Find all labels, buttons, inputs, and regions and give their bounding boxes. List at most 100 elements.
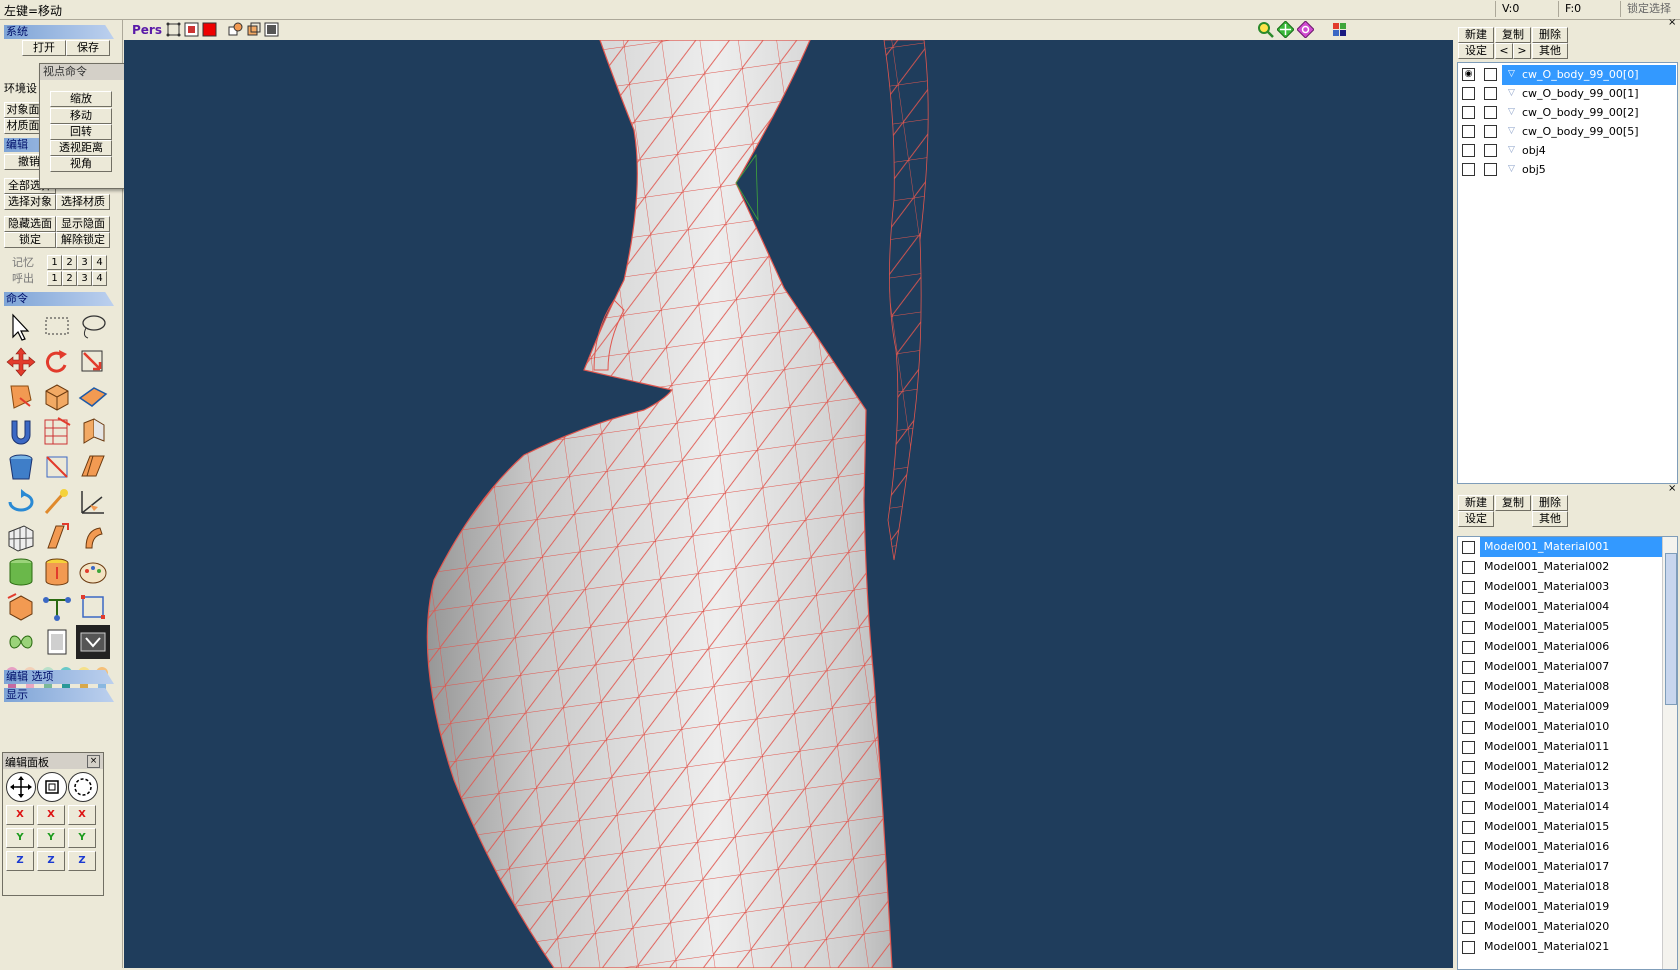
material-visibility-checkbox[interactable] bbox=[1462, 761, 1475, 774]
edge-tool[interactable] bbox=[40, 450, 74, 484]
move-y-button[interactable]: Y bbox=[6, 828, 34, 848]
material-row[interactable]: Model001_Material011 bbox=[1458, 737, 1663, 757]
object-prev-button[interactable]: < bbox=[1495, 43, 1513, 59]
3d-viewport[interactable] bbox=[124, 40, 1453, 968]
memory-slot-1[interactable]: 1 bbox=[47, 255, 62, 270]
pan-view-button[interactable] bbox=[1276, 20, 1295, 39]
close-icon[interactable]: × bbox=[1668, 483, 1676, 494]
material-visibility-checkbox[interactable] bbox=[1462, 581, 1475, 594]
material-name[interactable]: Model001_Material017 bbox=[1480, 857, 1662, 877]
expand-triangle-icon[interactable]: ▽ bbox=[1508, 88, 1515, 98]
lattice-tool[interactable] bbox=[4, 520, 38, 554]
select-tool[interactable] bbox=[4, 310, 38, 344]
visibility-checkbox[interactable] bbox=[1462, 87, 1475, 100]
expand-triangle-icon[interactable]: ▽ bbox=[1508, 69, 1515, 79]
plugin-tool[interactable] bbox=[76, 625, 110, 659]
memory-slot-2[interactable]: 2 bbox=[62, 255, 77, 270]
material-row[interactable]: Model001_Material018 bbox=[1458, 877, 1663, 897]
delete-tool[interactable] bbox=[4, 450, 38, 484]
material-row[interactable]: Model001_Material014 bbox=[1458, 797, 1663, 817]
lock-checkbox[interactable] bbox=[1484, 144, 1497, 157]
visibility-checkbox[interactable] bbox=[1462, 144, 1475, 157]
scale-tool[interactable] bbox=[76, 345, 110, 379]
rect-select-tool[interactable] bbox=[40, 310, 74, 344]
rotate-loop-tool[interactable] bbox=[4, 485, 38, 519]
material-row[interactable]: Model001_Material008 bbox=[1458, 677, 1663, 697]
material-row[interactable]: Model001_Material004 bbox=[1458, 597, 1663, 617]
object-row[interactable]: cw_O_body_99_00[2] ▽ bbox=[1458, 103, 1677, 123]
expand-triangle-icon[interactable]: ▽ bbox=[1508, 145, 1515, 155]
expand-triangle-icon[interactable]: ▽ bbox=[1508, 164, 1515, 174]
move-tool[interactable] bbox=[4, 345, 38, 379]
eye-icon[interactable]: ◉ bbox=[1462, 68, 1475, 81]
material-row[interactable]: Model001_Material007 bbox=[1458, 657, 1663, 677]
material-visibility-checkbox[interactable] bbox=[1462, 701, 1475, 714]
material-name[interactable]: Model001_Material004 bbox=[1480, 597, 1662, 617]
lock-checkbox[interactable] bbox=[1484, 125, 1497, 138]
field-of-view-button[interactable]: 视角 bbox=[50, 156, 112, 172]
material-visibility-checkbox[interactable] bbox=[1462, 661, 1475, 674]
bone-tool[interactable] bbox=[4, 590, 38, 624]
material-name[interactable]: Model001_Material014 bbox=[1480, 797, 1662, 817]
vertex-edit-tool[interactable] bbox=[76, 590, 110, 624]
object-settings-button[interactable]: 设定 bbox=[1458, 43, 1494, 59]
select-material-button[interactable]: 选择材质 bbox=[56, 194, 110, 210]
lock-checkbox[interactable] bbox=[1484, 163, 1497, 176]
material-visibility-checkbox[interactable] bbox=[1462, 781, 1475, 794]
twist-tool[interactable] bbox=[76, 520, 110, 554]
scrollbar-thumb[interactable] bbox=[1665, 553, 1677, 705]
bend-tool[interactable] bbox=[40, 520, 74, 554]
hide-selected-button[interactable]: 隐藏选面 bbox=[4, 216, 56, 232]
object-next-button[interactable]: > bbox=[1513, 43, 1531, 59]
move-mode-button[interactable] bbox=[6, 772, 36, 802]
scale-y-button[interactable]: Y bbox=[37, 828, 65, 848]
material-row[interactable]: Model001_Material019 bbox=[1458, 897, 1663, 917]
material-visibility-checkbox[interactable] bbox=[1462, 721, 1475, 734]
uv-tool[interactable] bbox=[40, 555, 74, 589]
material-name[interactable]: Model001_Material006 bbox=[1480, 637, 1662, 657]
rotate-x-button[interactable]: X bbox=[68, 805, 96, 825]
orbit-button[interactable]: 回转 bbox=[50, 124, 112, 140]
object-name[interactable]: cw_O_body_99_00[1] bbox=[1502, 84, 1676, 104]
open-button[interactable]: 打开 bbox=[22, 40, 66, 56]
material-copy-button[interactable]: 复制 bbox=[1495, 495, 1531, 511]
recall-slot-3[interactable]: 3 bbox=[77, 271, 92, 286]
shaded-toggle-button[interactable] bbox=[202, 22, 217, 37]
material-visibility-checkbox[interactable] bbox=[1462, 641, 1475, 654]
object-other-button[interactable]: 其他 bbox=[1532, 43, 1568, 59]
material-visibility-checkbox[interactable] bbox=[1462, 941, 1475, 954]
material-name[interactable]: Model001_Material021 bbox=[1480, 937, 1662, 957]
material-name[interactable]: Model001_Material007 bbox=[1480, 657, 1662, 677]
env-settings-button[interactable]: 环境设 bbox=[4, 80, 37, 96]
primitive-tool[interactable] bbox=[40, 380, 74, 414]
bevel-tool[interactable] bbox=[76, 450, 110, 484]
rotate-view-button[interactable] bbox=[1296, 20, 1315, 39]
material-row[interactable]: Model001_Material002 bbox=[1458, 557, 1663, 577]
material-name[interactable]: Model001_Material008 bbox=[1480, 677, 1662, 697]
material-name[interactable]: Model001_Material005 bbox=[1480, 617, 1662, 637]
material-name[interactable]: Model001_Material009 bbox=[1480, 697, 1662, 717]
recall-slot-1[interactable]: 1 bbox=[47, 271, 62, 286]
quad-view-button[interactable] bbox=[1332, 22, 1347, 37]
material-row[interactable]: Model001_Material013 bbox=[1458, 777, 1663, 797]
object-row[interactable]: cw_O_body_99_00[0] ◉ ▽ bbox=[1458, 65, 1677, 85]
wire-toggle-button[interactable] bbox=[166, 22, 181, 37]
material-visibility-checkbox[interactable] bbox=[1462, 741, 1475, 754]
view-mode-label[interactable]: Pers bbox=[132, 23, 162, 37]
object-row[interactable]: obj4 ▽ bbox=[1458, 141, 1677, 161]
object-row[interactable]: obj5 ▽ bbox=[1458, 160, 1677, 180]
material-row[interactable]: Model001_Material012 bbox=[1458, 757, 1663, 777]
object-name[interactable]: cw_O_body_99_00[0] bbox=[1502, 65, 1676, 85]
recall-slot-4[interactable]: 4 bbox=[92, 271, 107, 286]
view-box-button[interactable] bbox=[246, 22, 261, 37]
material-visibility-checkbox[interactable] bbox=[1462, 901, 1475, 914]
angle-tool[interactable] bbox=[76, 485, 110, 519]
view-screen-button[interactable] bbox=[264, 22, 279, 37]
object-panel-button[interactable]: 对象面 bbox=[4, 102, 42, 118]
lock-checkbox[interactable] bbox=[1484, 87, 1497, 100]
material-delete-button[interactable]: 删除 bbox=[1532, 495, 1568, 511]
zoom-button[interactable]: 缩放 bbox=[50, 91, 112, 107]
skin-tool[interactable] bbox=[40, 590, 74, 624]
object-row[interactable]: cw_O_body_99_00[5] ▽ bbox=[1458, 122, 1677, 142]
material-name[interactable]: Model001_Material003 bbox=[1480, 577, 1662, 597]
